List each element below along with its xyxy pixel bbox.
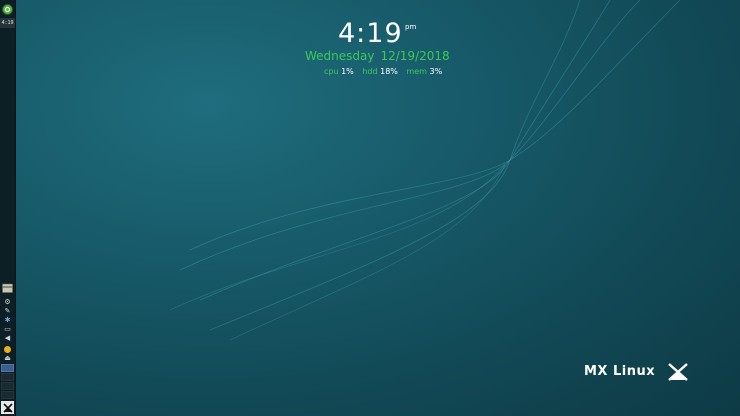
taskbar-slot[interactable]: [1, 382, 14, 390]
mx-linux-logo-text: MX Linux: [584, 364, 656, 379]
left-panel: 4:19 ⚙ ✎ ✱ ▭ ◀ ⏏: [0, 0, 16, 416]
app-menu-button[interactable]: [1, 3, 14, 16]
volume-icon[interactable]: ◀: [1, 334, 14, 342]
taskbar-slot[interactable]: [1, 391, 14, 399]
mem-value: 3%: [429, 67, 443, 76]
file-manager-launcher[interactable]: [1, 282, 14, 293]
show-desktop-button[interactable]: [1, 401, 14, 414]
mem-label: mem: [406, 67, 427, 76]
cpu-label: cpu: [324, 67, 339, 76]
hdd-label: hdd: [362, 67, 378, 76]
hdd-value: 18%: [380, 67, 398, 76]
settings-icon[interactable]: ⚙: [1, 298, 14, 306]
folder-icon: [2, 283, 13, 293]
conky-time: 4:19: [338, 18, 403, 49]
updates-icon[interactable]: [1, 345, 14, 353]
taskbar-slot[interactable]: [1, 373, 14, 381]
conky-weekday: Wednesday: [305, 49, 375, 63]
eject-icon[interactable]: ⏏: [1, 354, 14, 362]
display-icon[interactable]: ▭: [1, 325, 14, 333]
mx-logo-icon: [2, 402, 13, 413]
mx-menu-icon: [2, 4, 13, 15]
conky-date: Wednesday 12/19/2018: [305, 49, 450, 63]
paperclip-icon[interactable]: ✎: [1, 307, 14, 315]
conky-ampm: pm: [405, 23, 417, 31]
conky-date-value: 12/19/2018: [380, 49, 450, 63]
mx-logo-icon: [668, 363, 688, 381]
taskbar-slot[interactable]: [1, 364, 14, 372]
panel-clock[interactable]: 4:19: [0, 18, 15, 28]
bluetooth-icon[interactable]: ✱: [1, 316, 14, 324]
conky-stats: cpu 1% hdd 18% mem 3%: [324, 67, 448, 76]
cpu-value: 1%: [341, 67, 354, 76]
